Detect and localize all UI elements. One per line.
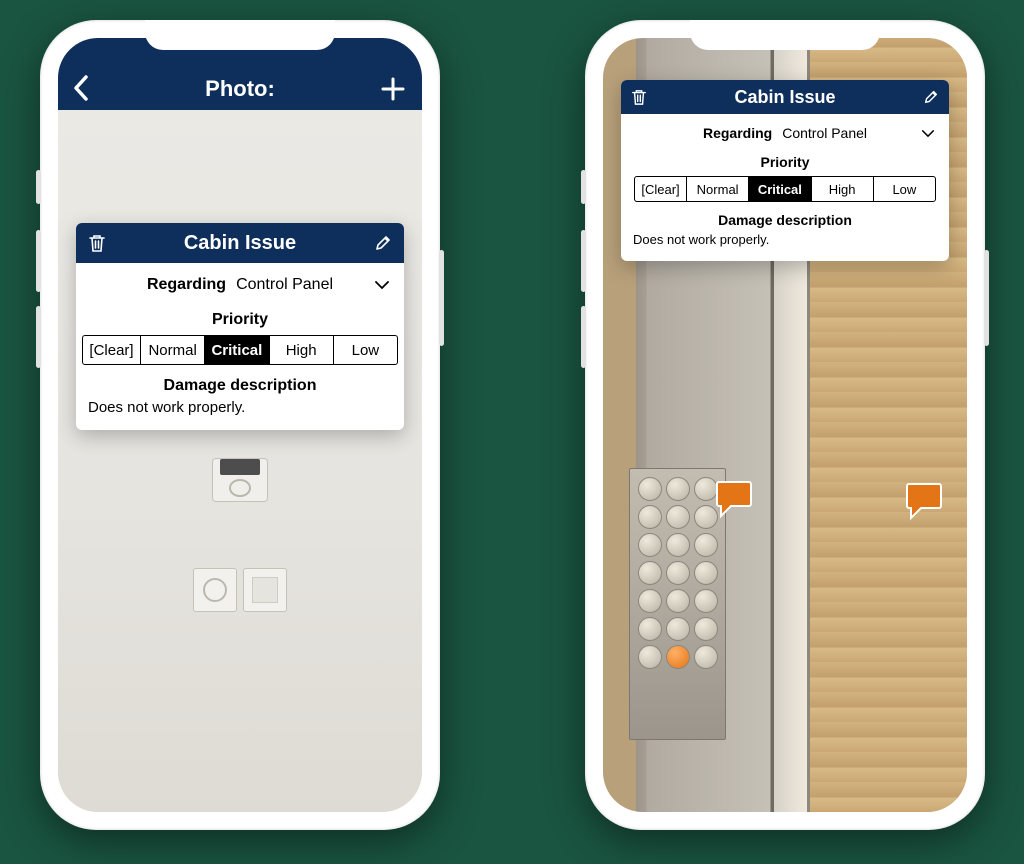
- card-title: Cabin Issue: [734, 87, 835, 108]
- card-title: Cabin Issue: [184, 232, 296, 255]
- annotation-marker[interactable]: [713, 478, 755, 520]
- priority-label: Priority: [621, 154, 949, 170]
- damage-description: Does not work properly.: [76, 395, 404, 430]
- damage-description: Does not work properly.: [621, 228, 949, 261]
- chevron-down-icon: [374, 280, 390, 290]
- chevron-down-icon: [921, 129, 935, 138]
- back-button[interactable]: [72, 74, 90, 102]
- annotation-marker[interactable]: [903, 480, 945, 522]
- priority-option-clear[interactable]: [Clear]: [83, 336, 141, 364]
- priority-option-clear[interactable]: [Clear]: [635, 177, 687, 201]
- pencil-icon[interactable]: [923, 89, 939, 105]
- phone-side-button: [36, 230, 41, 292]
- add-button[interactable]: [380, 76, 406, 102]
- phone-side-button: [36, 306, 41, 368]
- phone-mockup-right: Cabin Issue Regarding Control Panel Prio…: [585, 20, 985, 830]
- pencil-icon[interactable]: [374, 234, 392, 252]
- damage-label: Damage description: [76, 377, 404, 395]
- regarding-row[interactable]: Regarding Control Panel: [621, 114, 949, 152]
- regarding-label: Regarding: [703, 125, 772, 141]
- priority-option-low[interactable]: Low: [874, 177, 935, 201]
- priority-segmented: [Clear] Normal Critical High Low: [82, 335, 398, 365]
- wall-switches: [193, 568, 287, 612]
- header-title: Photo:: [205, 76, 275, 102]
- card-header: Cabin Issue: [76, 223, 404, 263]
- priority-option-critical[interactable]: Critical: [205, 336, 269, 364]
- regarding-label: Regarding: [147, 276, 226, 294]
- priority-label: Priority: [76, 311, 404, 329]
- phone-screen: Photo: Cabin Issue Regarding: [58, 38, 422, 812]
- elevator-control-panel: [629, 468, 726, 740]
- phone-mockup-left: Photo: Cabin Issue Regarding: [40, 20, 440, 830]
- regarding-value: Control Panel: [782, 125, 867, 141]
- trash-icon[interactable]: [88, 233, 106, 253]
- regarding-row[interactable]: Regarding Control Panel: [76, 263, 404, 307]
- regarding-value: Control Panel: [236, 276, 333, 294]
- trash-icon[interactable]: [631, 88, 647, 106]
- issue-card: Cabin Issue Regarding Control Panel Prio…: [621, 80, 949, 261]
- priority-option-high[interactable]: High: [812, 177, 874, 201]
- phone-side-button: [439, 250, 444, 346]
- priority-option-normal[interactable]: Normal: [141, 336, 205, 364]
- priority-option-critical[interactable]: Critical: [749, 177, 811, 201]
- priority-option-normal[interactable]: Normal: [687, 177, 749, 201]
- phone-notch: [690, 20, 880, 50]
- phone-side-button: [36, 170, 41, 204]
- priority-option-low[interactable]: Low: [334, 336, 397, 364]
- wall-thermostat: [212, 458, 268, 548]
- card-header: Cabin Issue: [621, 80, 949, 114]
- damage-label: Damage description: [621, 212, 949, 228]
- phone-side-button: [581, 230, 586, 292]
- issue-card: Cabin Issue Regarding Control Panel Prio…: [76, 223, 404, 430]
- phone-notch: [145, 20, 335, 50]
- priority-segmented: [Clear] Normal Critical High Low: [634, 176, 936, 202]
- phone-side-button: [984, 250, 989, 346]
- phone-side-button: [581, 170, 586, 204]
- phone-screen: Cabin Issue Regarding Control Panel Prio…: [603, 38, 967, 812]
- phone-side-button: [581, 306, 586, 368]
- priority-option-high[interactable]: High: [270, 336, 334, 364]
